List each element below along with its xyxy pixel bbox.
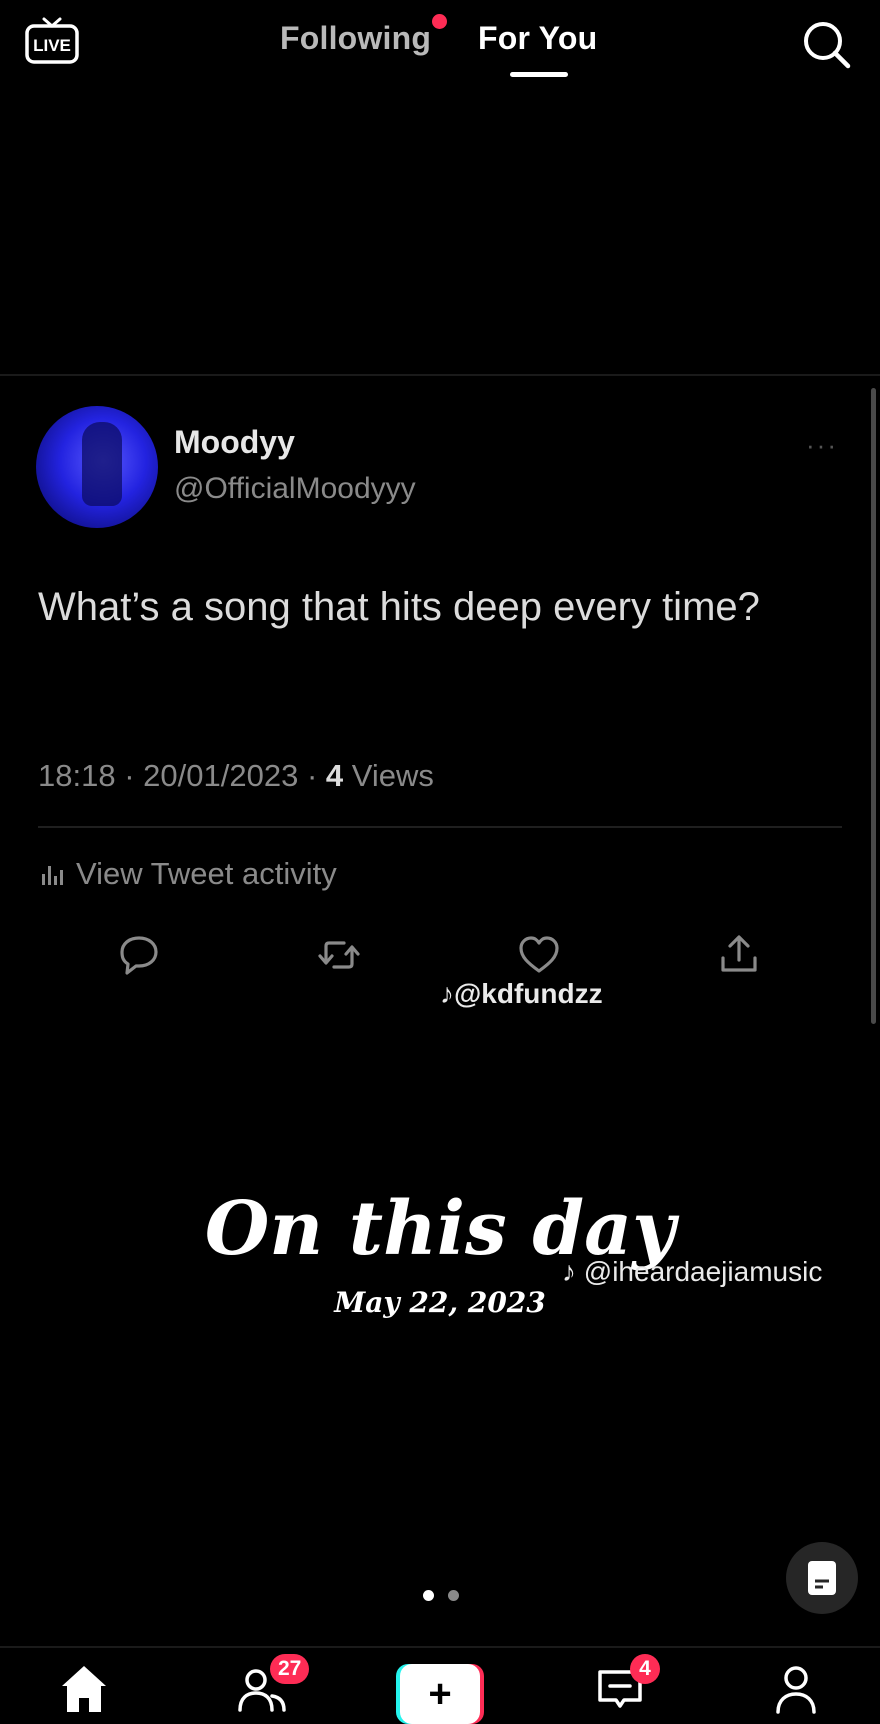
avatar	[36, 406, 158, 528]
on-this-day-date: May 22, 2023	[334, 1286, 546, 1319]
search-icon[interactable]	[800, 18, 852, 70]
like-heart-icon	[516, 932, 562, 978]
profile-icon[interactable]	[768, 1660, 824, 1716]
plus-icon: +	[400, 1664, 480, 1724]
tab-for-you[interactable]: For You	[478, 20, 597, 57]
meta-separator: ·	[306, 758, 318, 793]
watermark-username-secondary: ♪ @iheardaejiamusic	[562, 1256, 880, 1288]
following-notification-dot	[432, 14, 447, 29]
meta-separator: ·	[124, 758, 135, 793]
tweet-handle: @OfficialMoodyyy	[174, 472, 416, 505]
tiktok-note-icon: ♪	[562, 1256, 576, 1287]
scrollbar	[871, 388, 876, 1024]
tweet-divider	[38, 826, 842, 828]
view-tweet-activity: View Tweet activity	[40, 856, 337, 894]
view-tweet-activity-label: View Tweet activity	[76, 856, 337, 891]
tab-following[interactable]: Following	[280, 20, 431, 57]
live-icon[interactable]: LIVE	[24, 16, 80, 66]
bottom-nav-divider	[0, 1646, 880, 1648]
active-tab-indicator	[510, 72, 568, 77]
tweet-views-count: 4	[325, 758, 344, 793]
friends-badge: 27	[270, 1654, 310, 1684]
share-icon	[716, 932, 762, 978]
avatar-figure	[82, 422, 122, 506]
watermark-secondary-text: @iheardaejiamusic	[583, 1256, 823, 1287]
notes-button[interactable]	[786, 1542, 858, 1614]
tweet-time: 18:18	[38, 758, 116, 793]
tweet-views-label: Views	[351, 758, 434, 793]
live-label: LIVE	[33, 36, 71, 55]
retweet-icon	[316, 932, 362, 978]
bar-chart-icon	[40, 858, 66, 894]
tweet-meta: 18:18 · 20/01/2023 · 4 Views	[38, 758, 434, 794]
watermark-username: ♪@kdfundzz	[440, 978, 603, 1010]
reply-icon	[116, 932, 162, 978]
more-options-icon: ···	[806, 430, 838, 460]
inbox-badge: 4	[630, 1654, 660, 1684]
tweet-text: What’s a song that hits deep every time?	[38, 585, 760, 629]
home-icon[interactable]	[56, 1660, 112, 1716]
note-icon	[808, 1561, 836, 1595]
carousel-dot	[448, 1590, 459, 1601]
watermark-username-text: @kdfundzz	[454, 978, 603, 1009]
carousel-dot-active	[423, 1590, 434, 1601]
tweet-top-divider	[0, 374, 880, 376]
create-button[interactable]: +	[396, 1664, 484, 1724]
tiktok-note-icon: ♪	[440, 978, 454, 1009]
tweet-display-name: Moodyy	[174, 424, 295, 460]
tweet-date: 20/01/2023	[143, 758, 299, 793]
